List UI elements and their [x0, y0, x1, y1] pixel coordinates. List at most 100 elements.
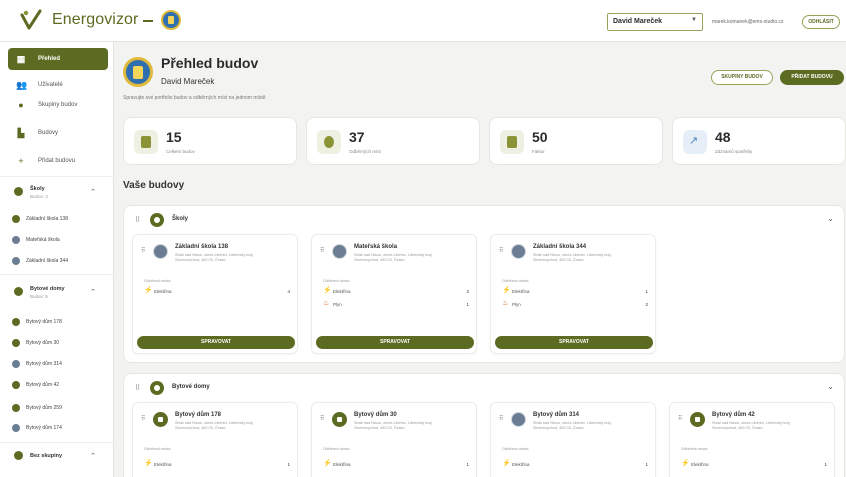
sidebar-item-users[interactable]: 👥 Uživatelé — [8, 74, 108, 96]
drag-handle-icon[interactable]: ⠿ — [135, 384, 140, 392]
meter-type: Plyn — [333, 302, 342, 307]
meter-type: Plyn — [512, 302, 521, 307]
building-photo-icon — [511, 244, 526, 259]
building-icon — [134, 130, 158, 154]
building-address: Stráž nad Nisou, okres Liberec, Libereck… — [533, 253, 612, 257]
building-name: Mateřská škola — [26, 237, 60, 243]
sidebar-building[interactable]: Bytový dům 30 — [12, 338, 108, 350]
building-group-panel: ⠿ Školy ⌄ ⠿ Základní škola 138 Stráž nad… — [123, 205, 845, 363]
sidebar-group-skoly[interactable]: Školy Budov: 3 ⌃ — [14, 184, 106, 204]
building-name: Bytový dům 314 — [533, 412, 580, 418]
meter-type: Elektřina — [512, 289, 530, 294]
sidebar-building[interactable]: Bytový dům 178 — [12, 317, 108, 329]
building-name: Mateřská škola — [354, 244, 398, 250]
top-bar: Energovizor David Mareček ▼ marek.komane… — [0, 0, 846, 42]
drag-handle-icon[interactable]: ⠿ — [135, 216, 140, 224]
sidebar-building[interactable]: Bytový dům 174 — [12, 423, 108, 435]
building-name: Bytový dům 178 — [26, 319, 62, 325]
building-icon — [12, 339, 20, 347]
building-photo-icon — [332, 244, 347, 259]
sidebar-item-add-building[interactable]: + Přidat budovu — [8, 150, 108, 172]
sidebar-building[interactable]: Základní škola 138 — [12, 214, 108, 226]
user-select[interactable]: David Mareček ▼ — [607, 13, 703, 31]
building-name: Bytový dům 42 — [26, 382, 60, 388]
building-address: Severovýchod, 463 03, Česko — [712, 426, 763, 430]
add-building-button[interactable]: PŘIDAT BUDOVU — [780, 70, 844, 85]
building-card: ⠿ Bytový dům 314 Stráž nad Nisou, okres … — [490, 402, 656, 477]
building-address: Severovýchod, 463 03, Česko — [533, 426, 584, 430]
drag-handle-icon[interactable]: ⠿ — [320, 247, 324, 254]
meter-row: ⚡ Elektřina 1 — [502, 287, 648, 296]
building-address: Severovýchod, 463 03, Česko — [354, 258, 405, 262]
stat-label: Faktur — [532, 149, 545, 154]
building-icon — [12, 381, 20, 389]
sidebar-item-buildings[interactable]: ▙ Budovy — [8, 122, 108, 144]
group-count: Budov: 6 — [30, 294, 48, 299]
logo-icon — [20, 9, 42, 30]
building-address: Severovýchod, 463 03, Česko — [175, 258, 226, 262]
drag-handle-icon[interactable]: ⠿ — [141, 247, 145, 254]
meters-label: Odběrná místa — [144, 446, 171, 451]
chevron-down-icon[interactable]: ⌄ — [827, 382, 834, 391]
lightning-icon: ⚡ — [144, 460, 153, 467]
meter-type: Elektřina — [512, 462, 530, 467]
drag-handle-icon[interactable]: ⠿ — [499, 415, 503, 422]
building-name: Bytový dům 259 — [26, 405, 62, 411]
sidebar-item-label: Přidat budovu — [38, 158, 76, 164]
drag-handle-icon[interactable]: ⠿ — [320, 415, 324, 422]
lightning-icon: ⚡ — [681, 460, 690, 467]
meter-count: 1 — [645, 462, 648, 467]
meter-count: 1 — [824, 462, 827, 467]
dashboard-icon: ▦ — [16, 54, 26, 64]
stat-card-consumption: ↗ 48 Záznamů spotřeby — [672, 117, 846, 165]
building-groups-button[interactable]: SKUPINY BUDOV — [711, 70, 773, 85]
building-icon — [332, 412, 347, 427]
sidebar-building[interactable]: Mateřská škola — [12, 235, 108, 247]
page-owner: David Mareček — [161, 77, 215, 86]
meter-type: Elektřina — [333, 289, 351, 294]
sidebar-item-building-groups[interactable]: ● Skupiny budov — [8, 94, 108, 116]
group-name: Školy — [30, 186, 45, 192]
drag-handle-icon[interactable]: ⠿ — [678, 415, 682, 422]
group-icon — [14, 187, 23, 196]
drag-handle-icon[interactable]: ⠿ — [499, 247, 503, 254]
lightning-icon: ⚡ — [502, 287, 511, 294]
meters-label: Odběrná místa — [323, 446, 350, 451]
meter-row: ⚡ Elektřina 1 — [681, 460, 827, 469]
users-icon: 👥 — [16, 80, 28, 90]
page-subtitle: Spravujte své portfolio budov a odběrnýc… — [123, 95, 266, 101]
sidebar-item-overview[interactable]: ▦ Přehled — [8, 48, 108, 70]
building-address: Stráž nad Nisou, okres Liberec, Libereck… — [175, 421, 254, 425]
sidebar-item-label: Budovy — [38, 130, 59, 136]
sidebar-building[interactable]: Bytový dům 42 — [12, 380, 108, 392]
meter-type: Elektřina — [154, 462, 172, 467]
sidebar-building[interactable]: Bytový dům 259 — [12, 403, 108, 415]
logout-button[interactable]: ODHLÁSIT — [802, 15, 840, 29]
chevron-up-icon[interactable]: ⌃ — [90, 452, 96, 460]
building-photo-icon — [12, 257, 20, 265]
stat-label: Záznamů spotřeby — [715, 149, 753, 154]
group-icon — [14, 287, 23, 296]
manage-button[interactable]: SPRAVOVAT — [316, 336, 474, 349]
meter-type: Elektřina — [691, 462, 709, 467]
building-name: Bytový dům 314 — [26, 361, 62, 367]
stat-label: Odběrných míst — [349, 149, 381, 154]
group-name: Bytové domy — [172, 384, 210, 390]
stat-value: 50 — [532, 129, 548, 145]
meter-row: ♨ Plyn 1 — [323, 300, 469, 309]
chevron-up-icon[interactable]: ⌃ — [90, 188, 96, 196]
sidebar-building[interactable]: Bytový dům 314 — [12, 359, 108, 371]
manage-button[interactable]: SPRAVOVAT — [137, 336, 295, 349]
chevron-up-icon[interactable]: ⌃ — [90, 288, 96, 296]
chevron-down-icon[interactable]: ⌄ — [827, 214, 834, 223]
sidebar-group-bytove-domy[interactable]: Bytové domy Budov: 6 ⌃ — [14, 284, 106, 304]
drag-handle-icon[interactable]: ⠿ — [141, 415, 145, 422]
sidebar-group-bez-skupiny[interactable]: Bez skupiny ⌃ — [14, 448, 106, 468]
logo-separator — [143, 20, 153, 22]
sidebar-building[interactable]: Základní škola 344 — [12, 256, 108, 268]
manage-button[interactable]: SPRAVOVAT — [495, 336, 653, 349]
trend-up-icon: ↗ — [683, 130, 707, 154]
building-name: Bytový dům 178 — [175, 412, 222, 418]
meter-row: ⚡ Elektřina 1 — [323, 460, 469, 469]
lightning-icon: ⚡ — [144, 287, 153, 294]
